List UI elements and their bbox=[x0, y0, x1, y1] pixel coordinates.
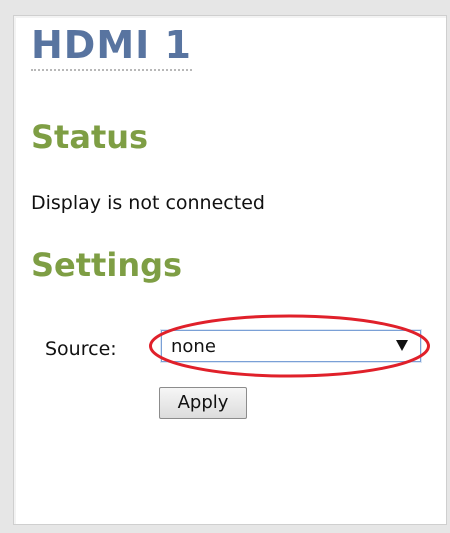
settings-heading: Settings bbox=[31, 246, 183, 284]
page-title: HDMI 1 bbox=[31, 22, 192, 71]
status-heading: Status bbox=[31, 118, 149, 156]
chevron-down-icon[interactable] bbox=[396, 340, 408, 351]
status-text: Display is not connected bbox=[31, 192, 265, 214]
source-select-value: none bbox=[171, 336, 216, 357]
source-select[interactable]: none bbox=[161, 330, 421, 362]
source-label: Source: bbox=[45, 338, 117, 360]
window-frame: HDMI 1 Status Display is not connected S… bbox=[0, 0, 450, 533]
apply-button[interactable]: Apply bbox=[159, 387, 247, 419]
